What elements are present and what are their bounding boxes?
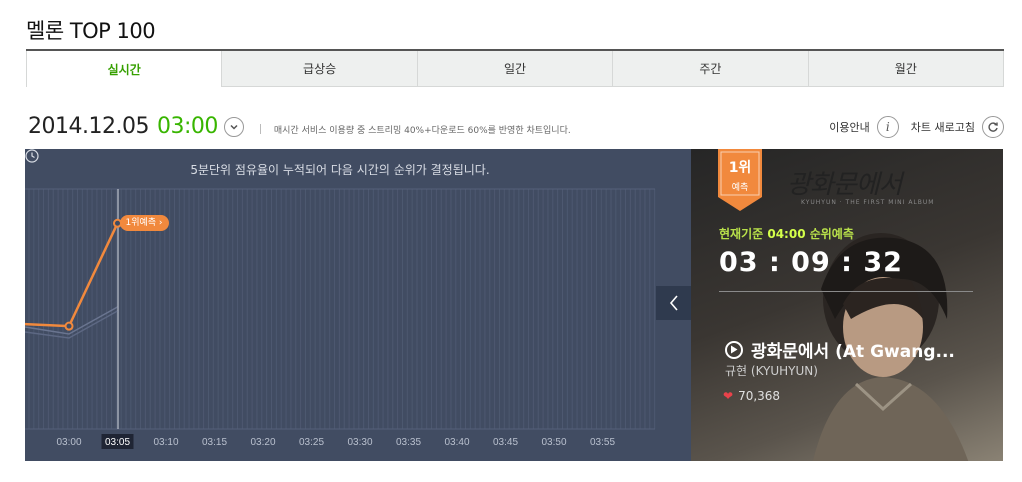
realtime-chart: 03:00 03:05 03:10 03:15 03:20 03:25 03:30 03:35…: [25, 149, 691, 461]
chevron-left-icon: [669, 295, 678, 311]
rank-flag: 1위 예측: [718, 149, 762, 211]
album-title-logo: 광화문에서: [787, 170, 903, 200]
x-tick-label: 03:20: [250, 437, 275, 448]
refresh-label: 차트 새로고침: [910, 121, 975, 134]
basis-suffix: 순위예측: [805, 227, 854, 241]
rank-value: 1위: [728, 160, 752, 176]
chart-plot: 03:00 03:05 03:10 03:15 03:20 03:25 03:30 03:35…: [25, 188, 656, 449]
like-count[interactable]: ❤ 70,368: [723, 389, 780, 403]
song-title: 광화문에서 (At Gwang...: [751, 342, 955, 362]
chart-time: 03:00: [156, 114, 218, 139]
x-tick-label: 03:00: [56, 437, 81, 448]
x-tick-label: 03:10: [153, 437, 178, 448]
tab-monthly[interactable]: 월간: [808, 51, 1005, 87]
chart-info-banner: 5분단위 점유율이 누적되어 다음 시간의 순위가 결정됩니다.: [25, 149, 655, 189]
artist-name[interactable]: 규현 (KYUHYUN): [725, 362, 818, 379]
prediction-basis: 현재기준 04:00 순위예측: [719, 225, 854, 242]
x-tick-label: 03:35: [396, 437, 421, 448]
heart-icon: ❤: [723, 389, 734, 403]
rank-panel: 광화문에서 KYUHYUN · THE FIRST MINI ALBUM 1위 …: [691, 149, 1003, 461]
data-point: [64, 321, 74, 331]
chart-tabs: 실시간 급상승 일간 주간 월간: [26, 49, 1005, 87]
tab-realtime[interactable]: 실시간: [26, 51, 223, 87]
date-bar: 2014.12.05 03:00 매시간 서비스 이용량 중 스트리밍 40%+…: [28, 114, 571, 139]
x-tick-label: 03:05: [105, 437, 130, 448]
like-count-value: 70,368: [738, 389, 781, 403]
x-tick-label: 03:55: [590, 437, 615, 448]
page-title: 멜론 TOP 100: [26, 19, 156, 43]
chart-tools: 이용안내 i 차트 새로고침: [829, 116, 1004, 138]
x-tick-label: 03:25: [299, 437, 324, 448]
refresh-button[interactable]: 차트 새로고침: [911, 116, 1004, 138]
tab-weekly[interactable]: 주간: [613, 51, 809, 87]
x-tick-label: 03:40: [444, 437, 469, 448]
chart-date: 2014.12.05: [28, 114, 149, 139]
prediction-badge[interactable]: 1위예측 ›: [119, 215, 169, 232]
x-tick-label: 03:15: [202, 437, 227, 448]
time-select-button[interactable]: [223, 116, 244, 137]
chart-notice-text: 매시간 서비스 이용량 중 스트리밍 40%+다운로드 60%를 반영한 차트입…: [259, 123, 571, 136]
info-icon: i: [876, 116, 899, 138]
rank-sub: 예측: [731, 183, 749, 193]
info-button[interactable]: 이용안내 i: [829, 116, 899, 138]
tab-daily[interactable]: 일간: [417, 51, 614, 87]
x-tick-label: 03:50: [541, 437, 566, 448]
chevron-down-icon: [230, 124, 238, 130]
info-label: 이용안내: [829, 121, 870, 134]
play-icon[interactable]: [725, 340, 743, 359]
x-tick-label: 03:45: [493, 437, 518, 448]
clock-icon: [25, 149, 39, 163]
countdown-timer: 03 : 09 : 32: [719, 247, 903, 278]
prev-arrow-button[interactable]: [656, 286, 691, 320]
song-title-link[interactable]: 광화문에서 (At Gwang...: [725, 337, 955, 362]
x-tick-label: 03:30: [347, 437, 372, 448]
tab-rising[interactable]: 급상승: [222, 51, 418, 87]
refresh-icon: [982, 116, 1004, 138]
basis-time: 04:00: [767, 227, 806, 241]
divider: [719, 291, 973, 292]
basis-prefix: 현재기준: [719, 227, 768, 241]
album-subtitle: KYUHYUN · THE FIRST MINI ALBUM: [801, 199, 935, 206]
chart-info-text: 5분단위 점유율이 누적되어 다음 시간의 순위가 결정됩니다.: [190, 162, 490, 177]
